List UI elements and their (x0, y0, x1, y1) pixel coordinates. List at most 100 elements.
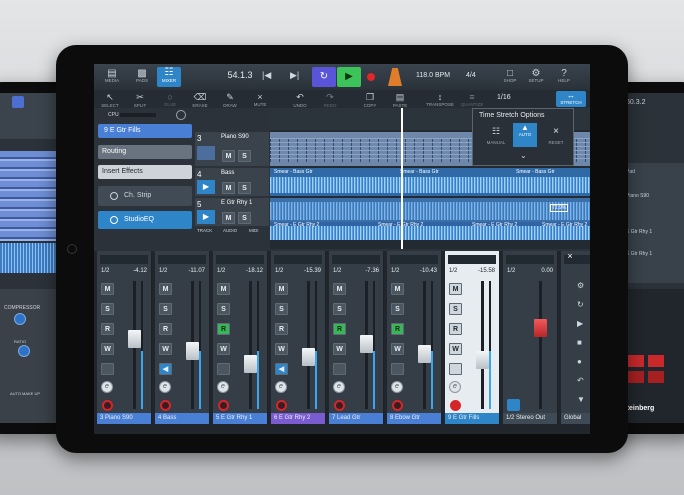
read-automation-button[interactable]: R (101, 323, 114, 335)
inspector-track-name[interactable]: 9 E Gtr Fills (98, 124, 192, 138)
write-automation-button[interactable]: W (275, 343, 288, 355)
manual-button[interactable]: ☷ (485, 126, 507, 140)
mute-button[interactable]: M (159, 283, 172, 295)
info-icon[interactable] (176, 110, 186, 120)
split-tool[interactable]: ✂ SPLIT (126, 92, 154, 108)
volume-fader[interactable] (418, 345, 431, 363)
output-route[interactable]: 1/2 (275, 268, 283, 274)
mute-button[interactable]: M (391, 283, 404, 295)
ch-strip-slot[interactable]: Ch. Strip (98, 186, 192, 206)
power-icon[interactable] (110, 192, 118, 200)
record-arm-icon[interactable] (450, 400, 461, 411)
mute-button[interactable]: M (333, 283, 346, 295)
eq-power-icon[interactable] (110, 216, 118, 224)
tempo-display[interactable]: 118.0 BPM (416, 72, 450, 79)
solo-button[interactable]: S (391, 303, 404, 315)
write-automation-button[interactable]: W (333, 343, 346, 355)
master-fader[interactable] (534, 319, 547, 338)
write-automation-button[interactable]: W (391, 343, 404, 355)
monitor-button[interactable] (391, 363, 404, 375)
redo-tool[interactable]: ↷ REDO (316, 92, 344, 108)
metronome-icon[interactable] (388, 68, 402, 86)
volume-fader[interactable] (244, 355, 257, 374)
record-arm-icon[interactable] (392, 400, 403, 411)
mixer-channel[interactable]: 1/2 -18.12 M S R We 5 E Gtr Rhy 1 (213, 251, 268, 424)
mute-button[interactable]: M (275, 283, 288, 295)
monitor-button[interactable] (217, 363, 230, 375)
solo-button[interactable]: S (275, 303, 288, 315)
read-automation-button[interactable]: R (275, 323, 288, 335)
mixer-channel[interactable]: 1/2 -7.36 M S R We 7 Lead Gtr (329, 251, 384, 424)
eq-slot[interactable]: StudioEQ (98, 211, 192, 229)
track-solo-button[interactable]: S (238, 150, 251, 162)
routing-button[interactable]: Routing (98, 145, 192, 159)
auto-button[interactable]: ▲ AUTO (513, 123, 537, 147)
track-mute-button[interactable]: M (222, 182, 235, 194)
insert-effects-button[interactable]: Insert Effects (98, 165, 192, 179)
cycle-button[interactable]: ↻ (312, 67, 336, 87)
rewind-icon[interactable]: |◀ (262, 70, 271, 81)
select-tool[interactable]: ↖ SELECT (96, 92, 124, 108)
solo-button[interactable]: S (333, 303, 346, 315)
mute-button[interactable]: M (449, 283, 462, 295)
global-channel[interactable]: ⚙ ↻ ▶ ■ ● ↶ ▼ Global (561, 251, 590, 424)
monitor-button[interactable]: ◀ (275, 363, 288, 375)
volume-fader[interactable] (302, 347, 315, 366)
read-automation-button[interactable]: R (333, 323, 346, 335)
read-automation-button[interactable]: R (449, 323, 462, 335)
global-action-icon[interactable]: ↻ (577, 300, 584, 309)
erase-tool[interactable]: ⌫ ERASE (186, 92, 214, 108)
global-action-icon[interactable]: ▶ (577, 319, 583, 328)
record-arm-icon[interactable] (102, 400, 113, 411)
undo-tool[interactable]: ↶ UNDO (286, 92, 314, 108)
threshold-knob[interactable] (14, 313, 26, 325)
chevron-down-icon[interactable]: ⌄ (520, 151, 527, 160)
monitor-button[interactable] (333, 363, 346, 375)
track-row[interactable]: 4 Bass M S ▶ (195, 168, 269, 196)
monitor-button[interactable] (101, 363, 114, 375)
write-automation-button[interactable]: W (101, 343, 114, 355)
output-route[interactable]: 1/2 (159, 268, 167, 274)
stretch-button[interactable]: ↔ STRETCH (556, 91, 586, 107)
output-route[interactable]: 1/2 (391, 268, 399, 274)
pad-3[interactable] (628, 371, 644, 383)
solo-button[interactable]: S (449, 303, 462, 315)
add-track-label[interactable]: TRACK (197, 228, 212, 233)
mute-button[interactable]: M (217, 283, 230, 295)
track-solo-button[interactable]: S (238, 212, 251, 224)
global-action-icon[interactable]: ⚙ (577, 281, 584, 290)
metronome-icon[interactable] (12, 96, 24, 108)
volume-fader[interactable] (360, 334, 373, 353)
write-automation-button[interactable]: W (159, 343, 172, 355)
paste-tool[interactable]: ▤ PASTE (386, 92, 414, 108)
track-solo-button[interactable]: S (238, 182, 251, 194)
read-automation-button[interactable]: R (217, 323, 230, 335)
output-route[interactable]: 1/2 (333, 268, 341, 274)
track-mute-button[interactable]: M (222, 150, 235, 162)
play-button[interactable]: ▶ (337, 67, 361, 87)
quantize-tool[interactable]: ≡ QUANTIZE (458, 92, 486, 107)
pad-2[interactable] (648, 355, 664, 367)
solo-button[interactable]: S (159, 303, 172, 315)
monitor-button[interactable] (449, 363, 462, 375)
mixer-channel[interactable]: 1/2 -15.58 M S R We 9 E Gtr Fills (445, 251, 500, 424)
monitor-button[interactable]: ◀ (159, 363, 172, 375)
transpose-tool[interactable]: ↕ TRANSPOSE (426, 92, 454, 107)
read-automation-button[interactable]: R (159, 323, 172, 335)
playhead[interactable] (401, 108, 403, 249)
global-action-icon[interactable]: ↶ (577, 376, 584, 385)
mixer-channel[interactable]: 1/2 -4.12 M S R We 3 Piano S90 (97, 251, 152, 424)
mixer-channel[interactable]: 1/2 -10.43 M S R We 8 Ebow Gtr (387, 251, 442, 424)
record-arm-icon[interactable] (276, 400, 287, 411)
close-icon[interactable]: × (562, 251, 578, 263)
volume-fader[interactable] (476, 351, 489, 370)
add-audio-label[interactable]: AUDIO (223, 228, 237, 233)
copy-tool[interactable]: ❐ COPY (356, 92, 384, 108)
global-action-icon[interactable]: ■ (577, 338, 582, 347)
insert-edit-button[interactable]: e (217, 381, 229, 393)
track-row[interactable]: 3 Piano S90 M S (195, 132, 269, 166)
volume-fader[interactable] (186, 342, 199, 361)
home-button[interactable] (67, 244, 77, 254)
position-display[interactable]: 54.1.3 (212, 70, 268, 84)
mixer-button[interactable]: ☷ MIXER (157, 67, 181, 87)
